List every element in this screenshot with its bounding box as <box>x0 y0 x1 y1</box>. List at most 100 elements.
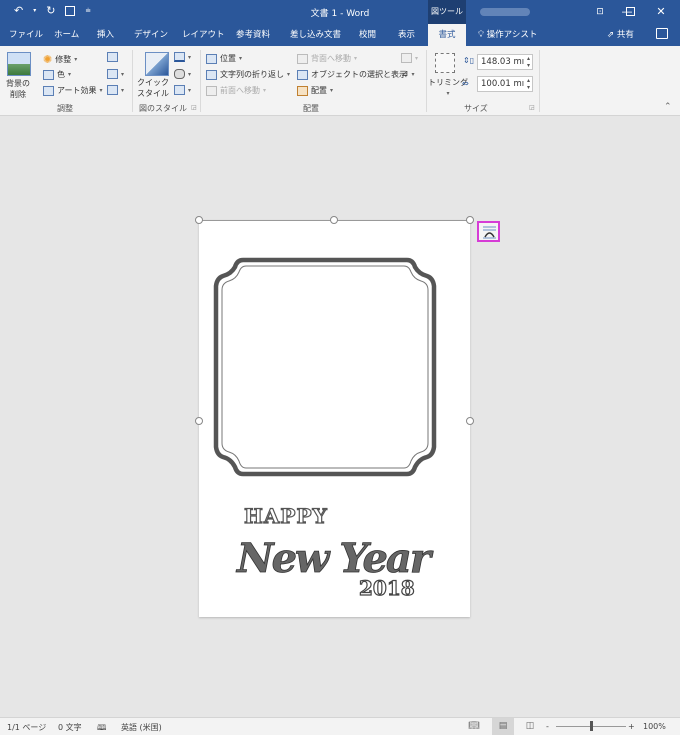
comments-icon[interactable] <box>656 28 668 39</box>
tab-format[interactable]: 書式 <box>428 24 466 46</box>
layout-options-button[interactable] <box>477 221 500 242</box>
resize-handle-top-left[interactable] <box>195 216 203 224</box>
width-input[interactable]: 100.01 mı ▴ ▾ <box>477 76 533 92</box>
chevron-down-icon: ▾ <box>354 55 358 62</box>
share-label: 共有 <box>616 30 634 40</box>
picture-border-button[interactable]: ▾ <box>174 52 191 62</box>
height-input[interactable]: 148.03 mı ▴ ▾ <box>477 54 533 70</box>
undo-icon[interactable]: ↶ <box>14 4 23 17</box>
chevron-down-icon: ▾ <box>330 87 334 94</box>
page-count[interactable]: 1/1 ページ <box>7 722 46 733</box>
position-button[interactable]: 位置 ▾ <box>206 53 242 64</box>
rotate-button[interactable]: ⊿ ▾ <box>401 69 415 79</box>
adjust-group-label: 調整 <box>57 104 73 113</box>
chevron-down-icon: ▾ <box>411 70 415 78</box>
group-objects-button[interactable]: ▾ <box>401 53 418 63</box>
size-dialog-launcher[interactable]: ◲ <box>529 104 535 111</box>
arrange-group-label: 配置 <box>303 104 319 113</box>
quick-styles-button[interactable]: クイック スタイル <box>137 77 169 99</box>
happy-text: HAPPY <box>244 504 328 528</box>
print-layout-button[interactable]: ▤ <box>492 718 514 735</box>
customize-qat-icon[interactable]: ⩧ <box>85 6 90 16</box>
picture-layout-button[interactable]: ▾ <box>174 85 191 95</box>
color-button[interactable]: 色 ▾ <box>43 69 71 80</box>
tab-references[interactable]: 参考資料 <box>236 24 270 46</box>
tab-insert[interactable]: 挿入 <box>97 24 114 46</box>
picture-layout-icon <box>174 85 185 95</box>
artistic-effects-label: アート効果 <box>57 86 97 95</box>
quick-styles-label-2: スタイル <box>137 89 169 98</box>
proofing-icon[interactable]: 🕮︎ <box>97 722 106 735</box>
chevron-down-icon: ▾ <box>188 70 192 78</box>
resize-handle-right[interactable] <box>466 417 474 425</box>
share-button[interactable]: ⇗ 共有 <box>607 24 634 46</box>
resize-handle-top-right[interactable] <box>466 216 474 224</box>
redo-icon[interactable]: ↻ <box>46 4 55 17</box>
tab-review[interactable]: 校閲 <box>359 24 376 46</box>
remove-background-icon <box>7 52 31 76</box>
resize-handle-top[interactable] <box>330 216 338 224</box>
tab-mailings[interactable]: 差し込み文書 <box>290 24 341 46</box>
collapse-ribbon-icon[interactable]: ⌃ <box>664 102 672 112</box>
corrections-button[interactable]: ✺ 修整 ▾ <box>43 53 77 66</box>
remove-background-label-2: 削除 <box>10 90 26 99</box>
tab-layout[interactable]: レイアウト <box>182 24 225 46</box>
chevron-down-icon: ▾ <box>287 71 291 78</box>
selection-pane-label: オブジェクトの選択と表示 <box>311 70 407 79</box>
picture-styles-dialog-launcher[interactable]: ◲ <box>191 104 197 111</box>
picture-effects-button[interactable]: ▾ <box>174 69 191 79</box>
send-backward-button[interactable]: 背面へ移動 ▾ <box>297 53 357 64</box>
layout-options-icon <box>483 226 496 239</box>
maximize-button[interactable] <box>615 0 645 24</box>
height-spinner[interactable]: ▴ ▾ <box>527 55 530 69</box>
wrap-text-button[interactable]: 文字列の折り返し ▾ <box>206 69 290 80</box>
ribbon-display-options-button[interactable]: ⊡ <box>585 0 615 24</box>
reset-picture-icon <box>107 85 118 95</box>
user-name-blurred[interactable] <box>480 8 530 16</box>
picture-styles-group-label: 図のスタイル <box>139 104 187 113</box>
new-year-card-image[interactable]: HAPPY New Year 2018 <box>199 220 470 617</box>
tell-me-box[interactable]: 💡︎ 操作アシスト <box>478 24 537 46</box>
zoom-level[interactable]: 100% <box>643 722 666 731</box>
rotate-icon: ⊿ <box>401 69 409 79</box>
tab-view[interactable]: 表示 <box>398 24 415 46</box>
reset-picture-button[interactable]: ▾ <box>107 85 124 95</box>
chevron-down-icon: ▾ <box>121 70 125 78</box>
chevron-down-icon: ▾ <box>121 86 125 94</box>
document-area[interactable]: HAPPY New Year 2018 <box>0 117 680 717</box>
web-layout-button[interactable]: ◫ <box>519 718 541 735</box>
zoom-slider-thumb[interactable] <box>589 721 593 731</box>
save-icon[interactable] <box>65 5 76 16</box>
undo-dropdown-icon[interactable]: ▾ <box>33 7 36 14</box>
align-button[interactable]: 配置 ▾ <box>297 85 333 96</box>
tab-home[interactable]: ホーム <box>54 24 79 46</box>
zoom-out-button[interactable]: - <box>546 722 549 731</box>
width-spinner[interactable]: ▴ ▾ <box>527 77 530 91</box>
status-bar: 1/1 ページ 0 文字 🕮︎ 英語 (米国) 📖︎ ▤ ◫ - + 100% <box>0 717 680 735</box>
group-objects-icon <box>401 53 412 63</box>
chevron-down-icon: ▾ <box>99 87 103 94</box>
change-picture-button[interactable]: ▾ <box>107 69 124 79</box>
selection-pane-button[interactable]: オブジェクトの選択と表示 <box>297 69 407 80</box>
close-button[interactable]: ✕ <box>646 0 676 24</box>
send-backward-label: 背面へ移動 <box>311 54 351 63</box>
tab-file[interactable]: ファイル <box>9 24 43 46</box>
wrap-text-icon <box>206 69 217 80</box>
ribbon: 背景の 削除 ✺ 修整 ▾ 色 ▾ アート効果 ▾ ▾ ▾ 調整 クイック スタ… <box>0 46 680 116</box>
artistic-effects-button[interactable]: アート効果 ▾ <box>43 85 103 96</box>
word-count[interactable]: 0 文字 <box>58 722 82 733</box>
chevron-down-icon: ▾ <box>263 87 267 94</box>
compress-pictures-button[interactable] <box>107 52 118 62</box>
language-indicator[interactable]: 英語 (米国) <box>121 722 162 733</box>
zoom-in-button[interactable]: + <box>628 722 635 731</box>
read-mode-button[interactable]: 📖︎ <box>463 718 485 735</box>
compress-pictures-icon <box>107 52 118 62</box>
tab-design[interactable]: デザイン <box>134 24 168 46</box>
document-page[interactable]: HAPPY New Year 2018 <box>199 220 470 617</box>
bring-forward-button[interactable]: 前面へ移動 ▾ <box>206 85 266 96</box>
remove-background-button[interactable]: 背景の 削除 <box>6 78 30 100</box>
resize-handle-left[interactable] <box>195 417 203 425</box>
group-separator <box>132 50 133 112</box>
crop-icon <box>435 53 455 73</box>
frame-inner <box>221 265 429 469</box>
